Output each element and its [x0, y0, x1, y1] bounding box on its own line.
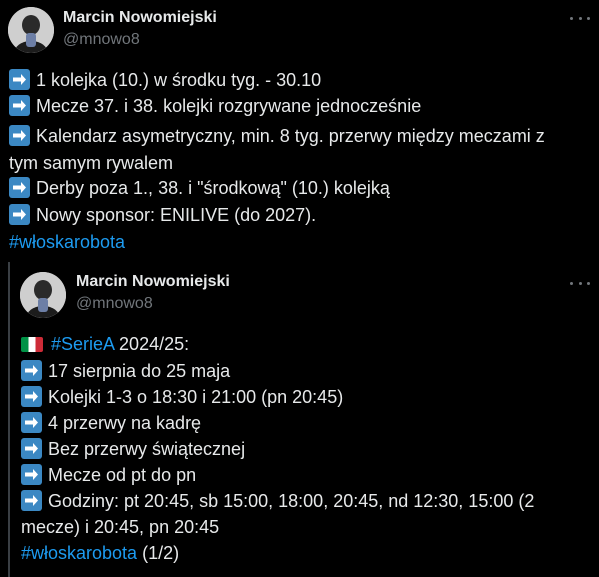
tweet-line: 17 sierpnia do 25 maja — [21, 360, 230, 383]
right-arrow-emoji-icon — [9, 177, 30, 198]
tweet-line: #SerieA 2024/25: — [21, 333, 189, 356]
italy-flag-icon — [21, 337, 43, 352]
right-arrow-emoji-icon — [9, 95, 30, 116]
tweet-line: Mecze od pt do pn — [21, 464, 196, 487]
tweet-line: 1 kolejka (10.) w środku tyg. - 30.10 — [9, 69, 321, 92]
right-arrow-emoji-icon — [21, 386, 42, 407]
tweet-line: Nowy sponsor: ENILIVE (do 2027). — [9, 204, 316, 227]
right-arrow-emoji-icon — [21, 490, 42, 511]
right-arrow-emoji-icon — [9, 204, 30, 225]
tweet-line: Derby poza 1., 38. i "środkową" (10.) ko… — [9, 177, 390, 200]
hashtag-link[interactable]: #włoskarobota — [9, 231, 125, 254]
tweet-line: #włoskarobota (1/2) — [21, 543, 180, 563]
author-handle[interactable]: @mnowo8 — [63, 31, 140, 49]
author-handle[interactable]: @mnowo8 — [76, 295, 153, 313]
right-arrow-emoji-icon — [21, 360, 42, 381]
tweet-line: Kalendarz asymetryczny, min. 8 tyg. prze… — [9, 125, 545, 148]
thread-divider — [8, 262, 10, 577]
tweet-line: tym samym rywalem — [9, 153, 174, 173]
tweet-line: 4 przerwy na kadrę — [21, 412, 201, 435]
author-avatar[interactable] — [8, 7, 54, 53]
tweet-line: Kolejki 1-3 o 18:30 i 21:00 (pn 20:45) — [21, 386, 343, 409]
hashtag-link[interactable]: #SerieA — [51, 334, 114, 354]
author-name[interactable]: Marcin Nowomiejski — [76, 273, 230, 291]
right-arrow-emoji-icon — [9, 125, 30, 146]
tweet-line: Bez przerwy świątecznej — [21, 438, 245, 461]
tweet-line: mecze) i 20:45, pn 20:45 — [21, 517, 220, 537]
tweet-line: Mecze 37. i 38. kolejki rozgrywane jedno… — [9, 95, 421, 118]
author-avatar[interactable] — [20, 272, 66, 318]
author-name[interactable]: Marcin Nowomiejski — [63, 9, 217, 27]
tweet-line: Godziny: pt 20:45, sb 15:00, 18:00, 20:4… — [21, 490, 534, 513]
right-arrow-emoji-icon — [9, 69, 30, 90]
hashtag-link[interactable]: #włoskarobota — [21, 543, 137, 563]
more-options-icon[interactable] — [570, 15, 590, 21]
right-arrow-emoji-icon — [21, 464, 42, 485]
right-arrow-emoji-icon — [21, 412, 42, 433]
more-options-icon[interactable] — [570, 280, 590, 286]
right-arrow-emoji-icon — [21, 438, 42, 459]
